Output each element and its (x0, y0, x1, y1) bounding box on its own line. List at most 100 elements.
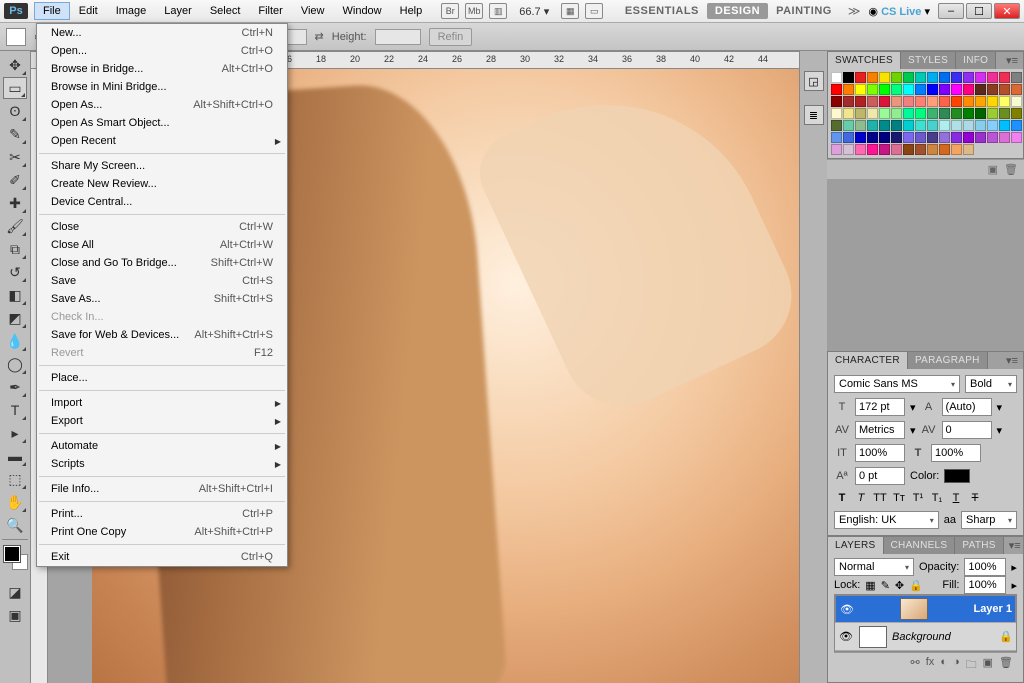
character-panel-menu[interactable]: ▾≡ (1001, 352, 1023, 369)
swatch[interactable] (831, 132, 842, 143)
mask-icon[interactable]: ◐ (940, 656, 947, 675)
swatch[interactable] (843, 72, 854, 83)
swatch[interactable] (927, 120, 938, 131)
swatch[interactable] (831, 96, 842, 107)
blur-tool[interactable]: 💧 (3, 330, 27, 352)
dodge-tool[interactable]: ◯ (3, 353, 27, 375)
swatch[interactable] (843, 84, 854, 95)
layers-list[interactable]: 👁Layer 1👁Background🔒 (834, 594, 1017, 652)
delete-swatch-icon[interactable]: 🗑 (1004, 163, 1018, 176)
menu-image[interactable]: Image (107, 2, 156, 20)
file-menu-new-[interactable]: New...Ctrl+N (37, 24, 287, 42)
visibility-icon[interactable]: 👁 (839, 601, 855, 617)
swatch[interactable] (879, 108, 890, 119)
file-menu-export[interactable]: Export (37, 412, 287, 430)
layers-tab-layers[interactable]: LAYERS (828, 537, 884, 554)
swatch[interactable] (999, 96, 1010, 107)
swatch[interactable] (915, 72, 926, 83)
file-menu-device-central-[interactable]: Device Central... (37, 193, 287, 211)
swatch[interactable] (951, 84, 962, 95)
subscript-button[interactable]: T₁ (929, 490, 945, 506)
swatch[interactable] (927, 132, 938, 143)
file-menu-open-[interactable]: Open...Ctrl+O (37, 42, 287, 60)
menu-select[interactable]: Select (201, 2, 250, 20)
language-select[interactable]: English: UK▾ (834, 511, 939, 529)
layers-tab-paths[interactable]: PATHS (955, 537, 1003, 554)
eyedropper-tool[interactable]: ✐ (3, 169, 27, 191)
swatch[interactable] (855, 96, 866, 107)
swatch[interactable] (903, 72, 914, 83)
swatch[interactable] (951, 132, 962, 143)
swatch[interactable] (999, 120, 1010, 131)
file-menu-close-all[interactable]: Close AllAlt+Ctrl+W (37, 236, 287, 254)
file-menu-close-and-go-to-bridge-[interactable]: Close and Go To Bridge...Shift+Ctrl+W (37, 254, 287, 272)
file-menu-open-recent[interactable]: Open Recent (37, 132, 287, 150)
swatch[interactable] (843, 144, 854, 155)
swatch[interactable] (903, 120, 914, 131)
swatch[interactable] (891, 84, 902, 95)
swatch[interactable] (987, 72, 998, 83)
swatch[interactable] (939, 144, 950, 155)
swatch[interactable] (1011, 96, 1022, 107)
history-brush-tool[interactable]: ↺ (3, 261, 27, 283)
workspace-design[interactable]: DESIGN (707, 3, 768, 19)
file-menu-browse-in-bridge-[interactable]: Browse in Bridge...Alt+Ctrl+O (37, 60, 287, 78)
swatch[interactable] (927, 72, 938, 83)
swatch[interactable] (963, 132, 974, 143)
group-icon[interactable]: 🗀 (966, 656, 977, 675)
file-menu-share-my-screen-[interactable]: Share My Screen... (37, 157, 287, 175)
window-close-button[interactable]: ✕ (994, 3, 1020, 19)
swatch[interactable] (831, 144, 842, 155)
swatch[interactable] (915, 96, 926, 107)
swatch[interactable] (939, 72, 950, 83)
superscript-button[interactable]: T¹ (910, 490, 926, 506)
quickmask-toggle[interactable]: ◪ (3, 581, 27, 603)
swatch[interactable] (987, 132, 998, 143)
new-layer-icon[interactable]: ▣ (983, 656, 993, 675)
menu-filter[interactable]: Filter (249, 2, 291, 20)
swatches-panel-menu[interactable]: ▾≡ (1001, 52, 1023, 69)
swatches-tab-swatches[interactable]: SWATCHES (828, 52, 901, 69)
foreground-color-well[interactable] (4, 546, 20, 562)
new-swatch-icon[interactable]: ▣ (988, 163, 998, 176)
character-tab-paragraph[interactable]: PARAGRAPH (908, 352, 988, 369)
opacity-input[interactable]: 100% (964, 558, 1006, 576)
strike-button[interactable]: T (967, 490, 983, 506)
swatch[interactable] (939, 108, 950, 119)
window-maximize-button[interactable]: ☐ (966, 3, 992, 19)
healing-brush-tool[interactable]: ✚ (3, 192, 27, 214)
swatch[interactable] (951, 120, 962, 131)
swatch[interactable] (903, 132, 914, 143)
swatch[interactable] (867, 120, 878, 131)
file-menu-automate[interactable]: Automate (37, 437, 287, 455)
swatch[interactable] (855, 72, 866, 83)
file-menu-close[interactable]: CloseCtrl+W (37, 218, 287, 236)
swatch[interactable] (1011, 132, 1022, 143)
swatch[interactable] (963, 72, 974, 83)
file-menu-open-as-smart-object-[interactable]: Open As Smart Object... (37, 114, 287, 132)
swatch[interactable] (879, 132, 890, 143)
refine-edge-button[interactable]: Refin (429, 28, 473, 46)
swatch[interactable] (867, 84, 878, 95)
swatch[interactable] (891, 132, 902, 143)
cslive-button[interactable]: CS Live (881, 6, 921, 18)
swatch[interactable] (903, 108, 914, 119)
swatch[interactable] (843, 120, 854, 131)
file-menu-save[interactable]: SaveCtrl+S (37, 272, 287, 290)
swatches-tab-styles[interactable]: STYLES (901, 52, 956, 69)
swatch[interactable] (951, 144, 962, 155)
file-menu-file-info-[interactable]: File Info...Alt+Shift+Ctrl+I (37, 480, 287, 498)
text-color-well[interactable] (944, 469, 970, 483)
swatch[interactable] (831, 84, 842, 95)
menu-edit[interactable]: Edit (70, 2, 107, 20)
swatch[interactable] (927, 108, 938, 119)
file-menu-save-for-web-devices-[interactable]: Save for Web & Devices...Alt+Shift+Ctrl+… (37, 326, 287, 344)
swatch[interactable] (1011, 84, 1022, 95)
swatch[interactable] (867, 72, 878, 83)
more-workspaces-icon[interactable]: ≫ (848, 4, 861, 18)
swatch[interactable] (927, 144, 938, 155)
swatch[interactable] (891, 120, 902, 131)
adjustment-icon[interactable]: ◑ (953, 656, 960, 675)
swatch[interactable] (903, 144, 914, 155)
swatch[interactable] (867, 108, 878, 119)
